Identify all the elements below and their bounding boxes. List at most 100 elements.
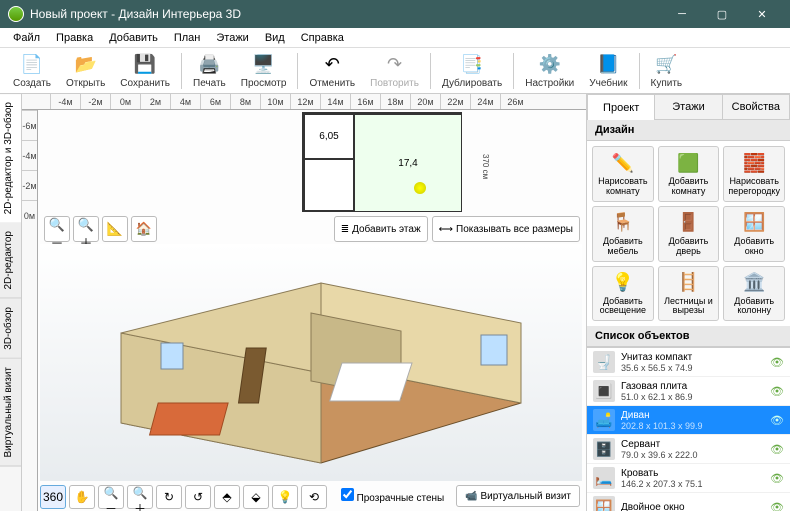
object-name: Кровать (621, 468, 764, 479)
toolbar-button[interactable]: 📑Дублировать (435, 51, 509, 91)
toolbar-button[interactable]: 🖥️Просмотр (234, 51, 294, 91)
ruler-tick: 20м (410, 94, 440, 109)
menu-item[interactable]: Файл (6, 30, 47, 46)
design-button[interactable]: 💡Добавить освещение (592, 266, 654, 322)
right-tab[interactable]: Этажи (655, 94, 722, 120)
titlebar: Новый проект - Дизайн Интерьера 3D ─ ▢ ✕ (0, 0, 790, 28)
floor-plan-2d[interactable]: 6,05 17,4 370 см (302, 112, 462, 212)
canvas-3d[interactable] (40, 244, 582, 481)
room-area-label: 6,05 (319, 131, 338, 142)
close-button[interactable]: ✕ (742, 0, 782, 28)
toolbar-icon: ↶ (320, 53, 344, 77)
reset-view-button[interactable]: ⟲ (301, 485, 327, 509)
left-tab[interactable]: 2D-редактор и 3D-обзор (0, 94, 21, 223)
layers-icon: ≣ (341, 224, 349, 235)
visibility-icon[interactable]: 👁 (770, 472, 784, 485)
toolbar-icon: 🖥️ (252, 53, 276, 77)
visibility-icon[interactable]: 👁 (770, 501, 784, 511)
object-list-item[interactable]: 🚽Унитаз компакт35.6 x 56.5 x 74.9👁 (587, 348, 790, 377)
left-tab[interactable]: 2D-редактор (0, 223, 21, 299)
home-button[interactable]: 🏠 (131, 216, 157, 242)
design-label: Добавить мебель (595, 237, 651, 257)
object-list[interactable]: 🚽Унитаз компакт35.6 x 56.5 x 74.9👁🔳Газов… (587, 347, 790, 511)
canvas-area[interactable]: -4м-2м0м2м4м6м8м10м12м14м16м18м20м22м24м… (22, 94, 586, 511)
toolbar-icon: 💾 (133, 53, 157, 77)
object-list-item[interactable]: 🔳Газовая плита51.0 x 62.1 x 86.9👁 (587, 377, 790, 406)
menu-item[interactable]: Добавить (102, 30, 165, 46)
room-main[interactable]: 17,4 (354, 114, 462, 212)
zoom-in-button[interactable]: 🔍＋ (73, 216, 99, 242)
objects-section-title: Список объектов (587, 326, 790, 347)
toolbar-button[interactable]: 📄Создать (6, 51, 58, 91)
design-icon: 🪜 (676, 271, 700, 295)
zoom-out-button[interactable]: 🔍－ (44, 216, 70, 242)
toolbar-separator (181, 53, 182, 89)
menu-item[interactable]: Справка (294, 30, 351, 46)
menu-item[interactable]: Вид (258, 30, 292, 46)
transparent-walls-checkbox[interactable]: Прозрачные стены (341, 488, 444, 504)
right-tab[interactable]: Проект (587, 94, 655, 120)
object-name: Газовая плита (621, 381, 764, 392)
transparent-walls-input[interactable] (341, 488, 354, 501)
design-button[interactable]: 🪟Добавить окно (723, 206, 785, 262)
design-button[interactable]: 🚪Добавить дверь (658, 206, 720, 262)
object-list-item[interactable]: 🗄️Сервант79.0 x 39.6 x 222.0👁 (587, 435, 790, 464)
toolbar-label: Просмотр (241, 78, 287, 89)
design-label: Добавить колонну (726, 297, 782, 317)
zoom-in-3d-button[interactable]: 🔍＋ (127, 485, 153, 509)
toolbar-label: Создать (13, 78, 51, 89)
left-tab[interactable]: Виртуальный визит (0, 359, 21, 467)
design-button[interactable]: 🧱Нарисовать перегородку (723, 146, 785, 202)
virtual-visit-button[interactable]: 📹 Виртуальный визит (456, 485, 580, 507)
visibility-icon[interactable]: 👁 (770, 443, 784, 456)
toolbar-icon: 📑 (460, 53, 484, 77)
design-button[interactable]: ✏️Нарисовать комнату (592, 146, 654, 202)
add-floor-button[interactable]: ≣Добавить этаж (334, 216, 428, 242)
toolbar-button[interactable]: 📂Открыть (59, 51, 112, 91)
design-label: Добавить освещение (595, 297, 651, 317)
view-360-button[interactable]: 360 (40, 485, 66, 509)
show-dimensions-button[interactable]: ⟷Показывать все размеры (432, 216, 580, 242)
right-panel-tabs: ПроектЭтажиСвойства (587, 94, 790, 120)
toolbar-button[interactable]: 📘Учебник (582, 51, 634, 91)
ruler-tick: 4м (170, 94, 200, 109)
left-tab[interactable]: 3D-обзор (0, 299, 21, 359)
maximize-button[interactable]: ▢ (702, 0, 742, 28)
design-button[interactable]: 🟩Добавить комнату (658, 146, 720, 202)
camera-marker-icon[interactable] (414, 182, 426, 194)
rotate-cw-button[interactable]: ↻ (156, 485, 182, 509)
measure-button[interactable]: 📐 (102, 216, 128, 242)
toolbar-button[interactable]: 🛒Купить (644, 51, 690, 91)
zoom-out-3d-button[interactable]: 🔍－ (98, 485, 124, 509)
menu-item[interactable]: План (167, 30, 208, 46)
visibility-icon[interactable]: 👁 (770, 414, 784, 427)
object-list-item[interactable]: 🛋️Диван202.8 x 101.3 x 99.9👁 (587, 406, 790, 435)
visibility-icon[interactable]: 👁 (770, 385, 784, 398)
room-aux[interactable] (304, 159, 354, 212)
dimensions-icon: ⟷ (439, 224, 453, 235)
design-icon: 🧱 (742, 151, 766, 175)
toolbar-button[interactable]: 💾Сохранить (113, 51, 177, 91)
tilt-up-button[interactable]: ⬘ (214, 485, 240, 509)
rotate-ccw-button[interactable]: ↺ (185, 485, 211, 509)
design-button[interactable]: 🏛️Добавить колонну (723, 266, 785, 322)
right-tab[interactable]: Свойства (723, 94, 790, 120)
light-button[interactable]: 💡 (272, 485, 298, 509)
design-button[interactable]: 🪑Добавить мебель (592, 206, 654, 262)
object-list-item[interactable]: 🪟Двойное окно👁 (587, 493, 790, 511)
design-label: Лестницы и вырезы (661, 297, 717, 317)
menu-item[interactable]: Правка (49, 30, 100, 46)
room-small[interactable]: 6,05 (304, 114, 354, 159)
pan-button[interactable]: ✋ (69, 485, 95, 509)
visibility-icon[interactable]: 👁 (770, 356, 784, 369)
toolbar-button[interactable]: ⚙️Настройки (518, 51, 581, 91)
object-list-item[interactable]: 🛏️Кровать146.2 x 207.3 x 75.1👁 (587, 464, 790, 493)
toolbar-icon: 🖨️ (197, 53, 221, 77)
toolbar-button[interactable]: ↶Отменить (302, 51, 362, 91)
minimize-button[interactable]: ─ (662, 0, 702, 28)
tilt-down-button[interactable]: ⬙ (243, 485, 269, 509)
toolbar-button[interactable]: 🖨️Печать (186, 51, 233, 91)
menu-item[interactable]: Этажи (209, 30, 255, 46)
design-button[interactable]: 🪜Лестницы и вырезы (658, 266, 720, 322)
ruler-tick: 8м (230, 94, 260, 109)
